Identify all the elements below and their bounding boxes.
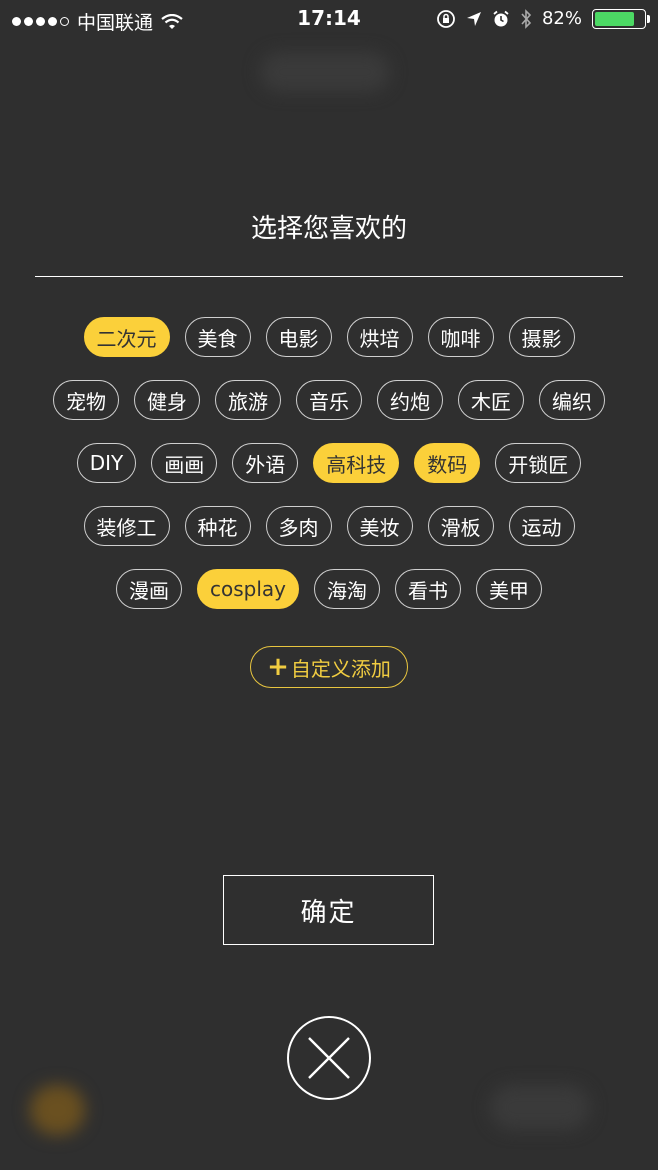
- tag-chip[interactable]: 咖啡: [427, 317, 494, 357]
- tag-chip[interactable]: 看书: [395, 569, 461, 609]
- tag-chip[interactable]: 摄影: [508, 317, 575, 357]
- tag-chip[interactable]: 编织: [539, 380, 605, 420]
- bluetooth-icon: [521, 8, 532, 29]
- tag-chip[interactable]: 美食: [184, 317, 251, 357]
- alarm-icon: [493, 10, 509, 26]
- tag-chip[interactable]: 美妆: [346, 506, 413, 546]
- confirm-button[interactable]: 确定: [223, 875, 434, 945]
- tag-chip[interactable]: 木匠: [458, 380, 524, 420]
- tag-chip[interactable]: 烘培: [346, 317, 413, 357]
- tag-chip[interactable]: 数码: [414, 443, 481, 483]
- orientation-lock-icon: [437, 9, 455, 28]
- tag-chip[interactable]: 装修工: [83, 506, 170, 546]
- background-blur: [490, 1085, 590, 1130]
- tag-chip[interactable]: 画画: [151, 443, 218, 483]
- tag-row: 宠物 健身 旅游 音乐 约炮 木匠 编织: [0, 380, 658, 420]
- tag-chip[interactable]: 运动: [508, 506, 575, 546]
- tag-chip[interactable]: DIY: [76, 443, 137, 483]
- tag-chip[interactable]: 种花: [184, 506, 251, 546]
- tag-chip[interactable]: 旅游: [215, 380, 281, 420]
- tag-chip[interactable]: 健身: [134, 380, 200, 420]
- tag-chip[interactable]: 高科技: [313, 443, 400, 483]
- tag-chip[interactable]: 音乐: [296, 380, 362, 420]
- tag-chip[interactable]: 二次元: [83, 317, 170, 357]
- add-custom-label: 自定义添加: [290, 656, 391, 681]
- close-button[interactable]: [287, 1016, 371, 1100]
- tag-row: 二次元 美食 电影 烘培 咖啡 摄影: [0, 317, 658, 357]
- tag-chip[interactable]: 电影: [265, 317, 332, 357]
- tag-chip[interactable]: 海淘: [314, 569, 380, 609]
- close-icon: [308, 1037, 350, 1079]
- title-divider: [35, 276, 623, 277]
- tag-chip[interactable]: 漫画: [116, 569, 182, 609]
- battery-icon: [592, 8, 650, 29]
- tag-chip[interactable]: cosplay: [197, 569, 299, 609]
- background-blur: [30, 1085, 85, 1135]
- tag-chip[interactable]: 多肉: [265, 506, 332, 546]
- tag-chip[interactable]: 约炮: [377, 380, 443, 420]
- battery-fill: [595, 11, 635, 26]
- dialog-title: 选择您喜欢的: [250, 214, 407, 244]
- add-custom-tag-button[interactable]: + 自定义添加: [250, 646, 408, 688]
- tag-chip[interactable]: 滑板: [427, 506, 494, 546]
- battery-percent: 82%: [541, 8, 582, 29]
- status-bar: 中国联通 17:14 82%: [0, 0, 658, 38]
- tag-chip[interactable]: 宠物: [53, 380, 119, 420]
- tag-chip[interactable]: 美甲: [476, 569, 542, 609]
- tag-row: DIY 画画 外语 高科技 数码 开锁匠: [0, 443, 658, 483]
- tag-chip[interactable]: 开锁匠: [495, 443, 582, 483]
- tag-chip[interactable]: 外语: [232, 443, 299, 483]
- location-icon: [466, 11, 481, 26]
- plus-icon: +: [267, 652, 289, 682]
- tag-row: 装修工 种花 多肉 美妆 滑板 运动: [0, 506, 658, 546]
- tag-row: 漫画 cosplay 海淘 看书 美甲: [0, 569, 658, 609]
- background-blur: [260, 52, 390, 92]
